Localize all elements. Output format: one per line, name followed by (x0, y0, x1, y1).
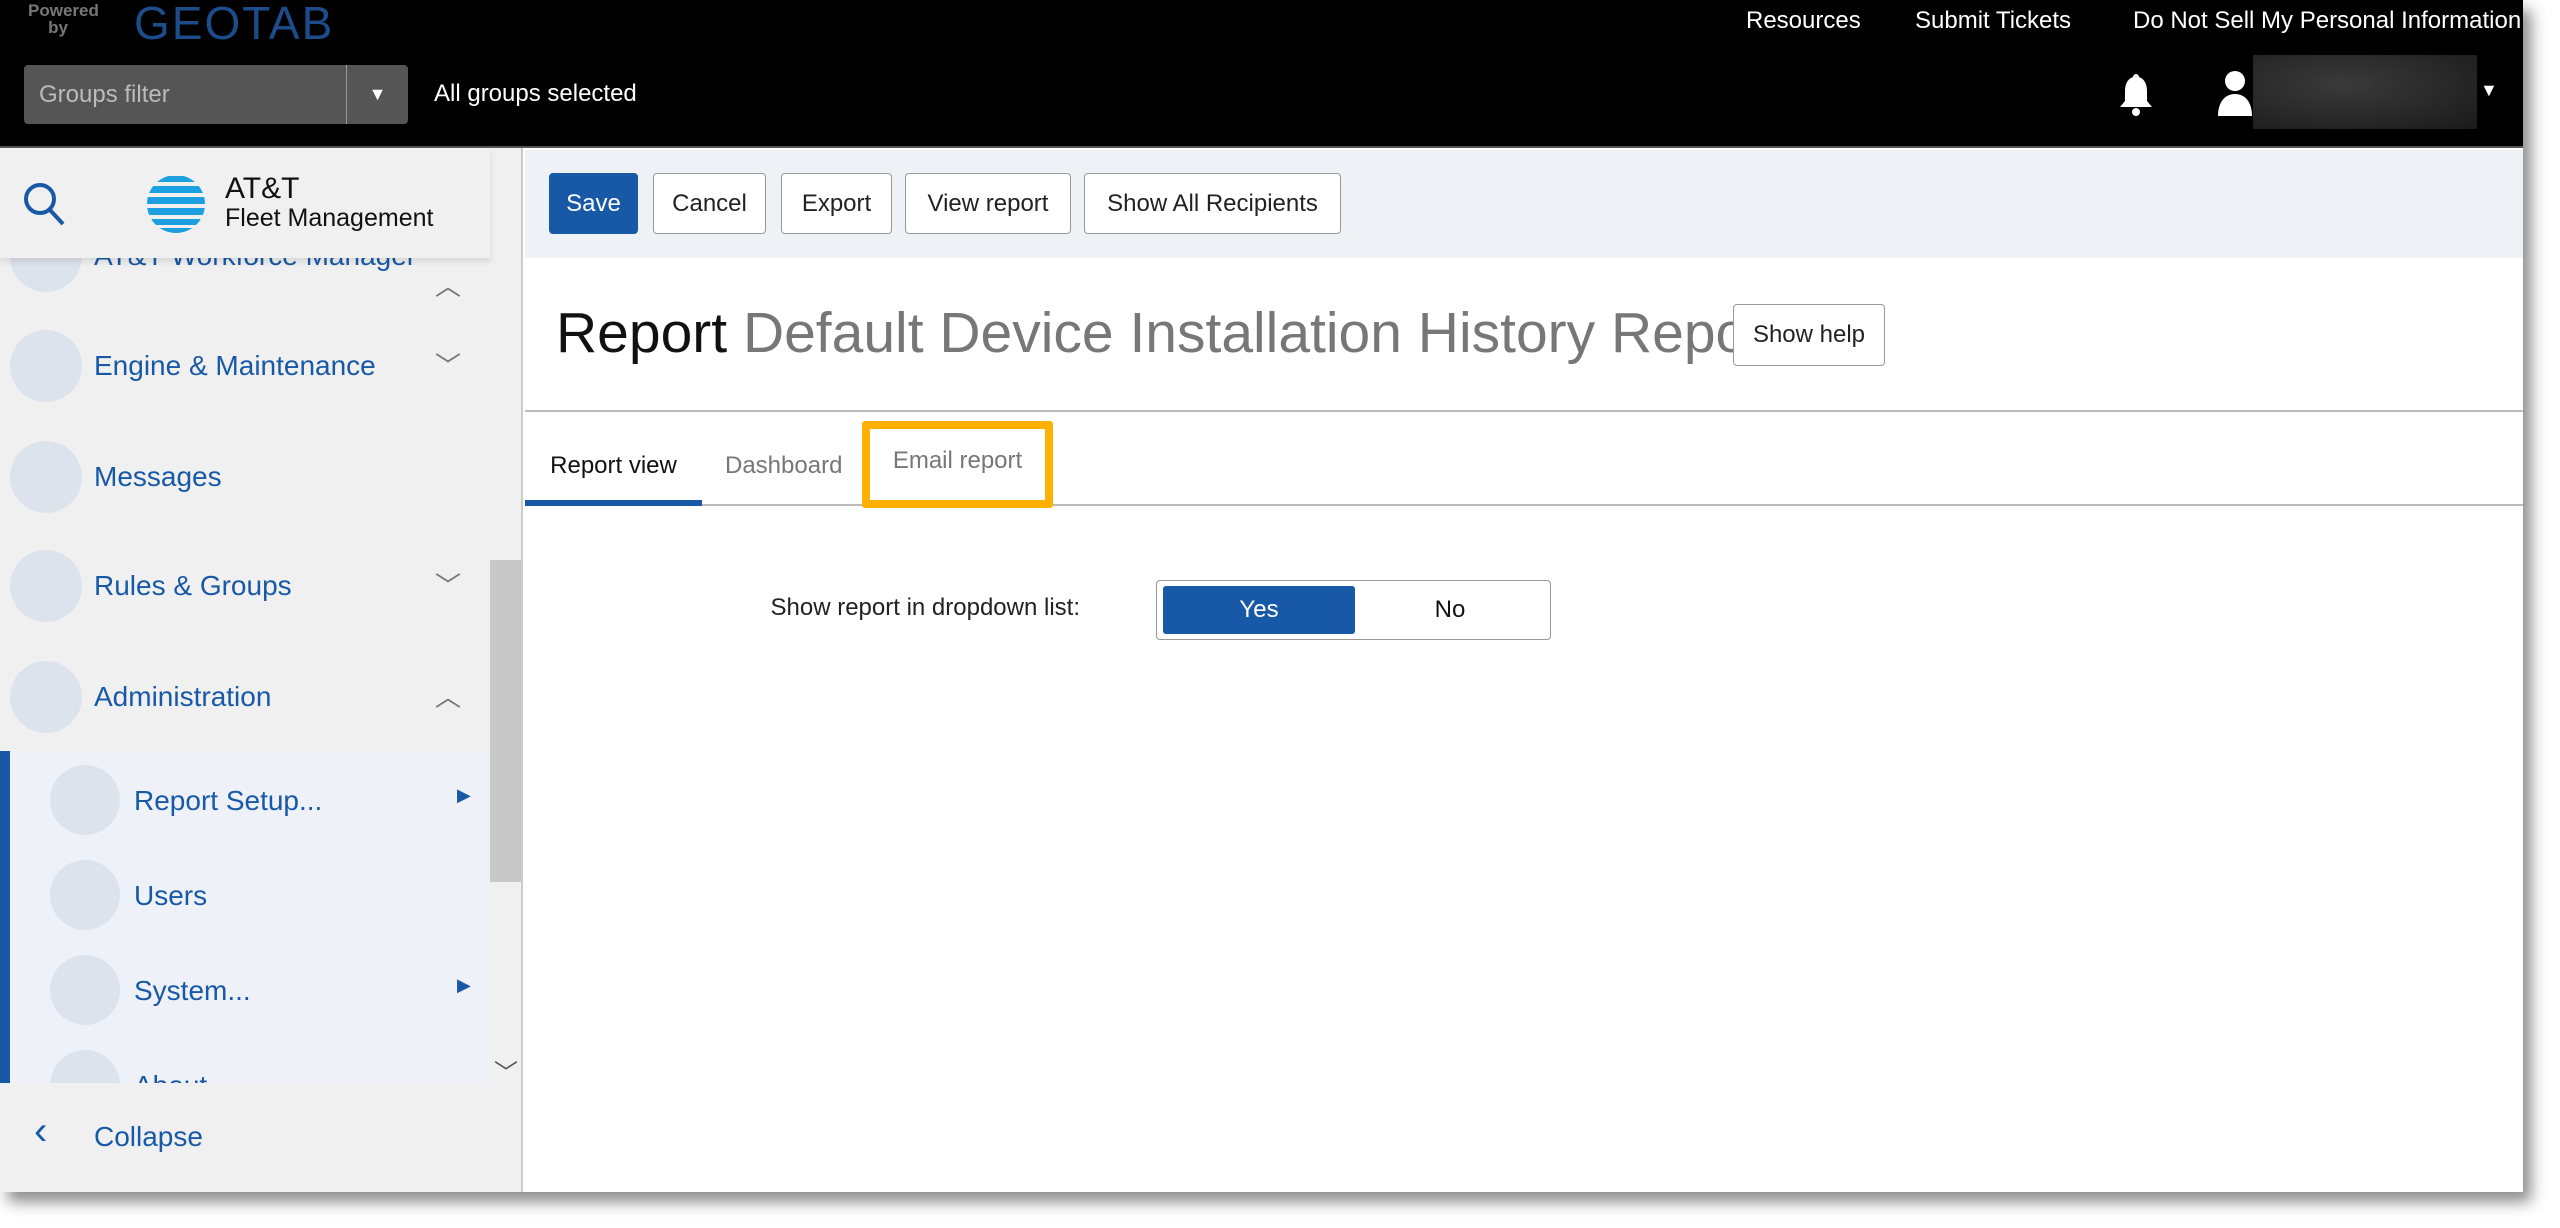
app-window: Powered by GEOTAB Groups filter ▼ All gro… (0, 0, 2523, 1192)
report-name: Default Device Installation History Repo… (742, 301, 1783, 365)
show-in-dropdown-label: Show report in dropdown list: (770, 594, 1081, 621)
caret-right-icon: ▶ (457, 785, 471, 805)
sidebar-item-about[interactable]: About (10, 1036, 500, 1083)
gear-icon (10, 661, 82, 733)
sidebar-item-label: Report Setup... (134, 785, 323, 816)
powered-by-label: Powered by (28, 1, 99, 37)
scrollbar-thumb[interactable] (490, 560, 521, 882)
scroll-up-icon[interactable]: ︿ (435, 266, 461, 303)
groups-filter[interactable]: Groups filter ▼ (24, 65, 408, 124)
tab-bar (525, 504, 2523, 506)
page-title-prefix: Report (556, 301, 728, 365)
chevron-down-icon: ﹀ (435, 571, 462, 601)
yes-option[interactable]: Yes (1163, 586, 1355, 634)
chevron-down-icon[interactable]: ▼ (346, 65, 408, 124)
do-not-sell-link[interactable]: Do Not Sell My Personal Information (2133, 7, 2521, 35)
tab-dashboard[interactable]: Dashboard (725, 440, 842, 492)
cancel-button[interactable]: Cancel (653, 173, 766, 234)
tab-report-view[interactable]: Report view (525, 440, 702, 506)
chevron-down-icon: ﹀ (435, 351, 462, 381)
engine-icon (10, 330, 82, 402)
export-button[interactable]: Export (781, 173, 892, 234)
sidebar-item-users[interactable]: Users (10, 846, 500, 946)
sidebar-item-label: Engine & Maintenance (94, 350, 376, 381)
submit-tickets-link[interactable]: Submit Tickets (1915, 7, 2071, 35)
divider (525, 410, 2523, 412)
view-report-button[interactable]: View report (905, 173, 1071, 234)
sidebar-item-rules[interactable]: Rules & Groups ﹀ (0, 536, 490, 636)
att-globe-logo (147, 176, 205, 233)
sidebar-item-label: Messages (94, 461, 222, 492)
sidebar-item-label: About (134, 1070, 207, 1083)
groups-filter-placeholder: Groups filter (39, 81, 170, 108)
chevron-up-icon: ︿ (435, 682, 462, 712)
chevron-left-icon: ‹ (34, 1109, 48, 1153)
administration-submenu: Report Setup... ▶ Users System... ▶ About (0, 751, 490, 1083)
envelope-icon (10, 441, 82, 513)
sidebar-logo-bar: AT&T Fleet Management (0, 148, 490, 258)
collapse-button[interactable]: ‹ Collapse (0, 1083, 521, 1192)
groups-status: All groups selected (434, 80, 637, 107)
show-in-dropdown-toggle[interactable]: Yes No (1156, 580, 1551, 640)
user-icon[interactable] (2218, 70, 2252, 116)
show-all-recipients-button[interactable]: Show All Recipients (1084, 173, 1341, 234)
top-header: Powered by GEOTAB Groups filter ▼ All gro… (0, 0, 2523, 148)
user-menu-caret-icon[interactable]: ▼ (2480, 80, 2498, 101)
sidebar: AT&T Fleet Management AT&T Workforce Man… (0, 148, 523, 1192)
logo-att: AT&T (225, 172, 300, 205)
sidebar-item-label: Rules & Groups (94, 570, 292, 601)
sidebar-item-administration[interactable]: Administration ︿ (0, 647, 490, 747)
sidebar-item-label: System... (134, 975, 251, 1006)
no-option[interactable]: No (1355, 586, 1545, 634)
caret-right-icon: ▶ (457, 975, 471, 995)
resources-link[interactable]: Resources (1746, 7, 1861, 35)
tab-email-report[interactable]: Email report (862, 421, 1053, 508)
logo-fleet-management: Fleet Management (225, 204, 434, 232)
search-icon[interactable] (22, 181, 66, 227)
page-title: Report Default Device Installation Histo… (556, 300, 1782, 366)
bell-icon[interactable] (2118, 72, 2154, 116)
sidebar-scrollbar[interactable]: ﹀ (490, 258, 521, 1087)
show-help-button[interactable]: Show help (1733, 304, 1885, 366)
report-setup-icon (50, 765, 120, 835)
sidebar-item-label: Administration (94, 681, 272, 712)
user-icon (50, 860, 120, 930)
system-icon (50, 955, 120, 1025)
username-redacted[interactable] (2253, 55, 2477, 129)
save-button[interactable]: Save (549, 173, 638, 234)
sidebar-item-report-setup[interactable]: Report Setup... ▶ (10, 751, 500, 851)
sidebar-item-messages[interactable]: Messages (0, 427, 490, 527)
collapse-label: Collapse (94, 1121, 203, 1152)
rules-icon (10, 550, 82, 622)
info-icon (50, 1050, 120, 1083)
sidebar-item-engine[interactable]: Engine & Maintenance ﹀ (0, 316, 490, 416)
geotab-logo: GEOTAB (134, 0, 335, 49)
sidebar-item-system[interactable]: System... ▶ (10, 941, 500, 1041)
sidebar-item-label: Users (134, 880, 208, 911)
